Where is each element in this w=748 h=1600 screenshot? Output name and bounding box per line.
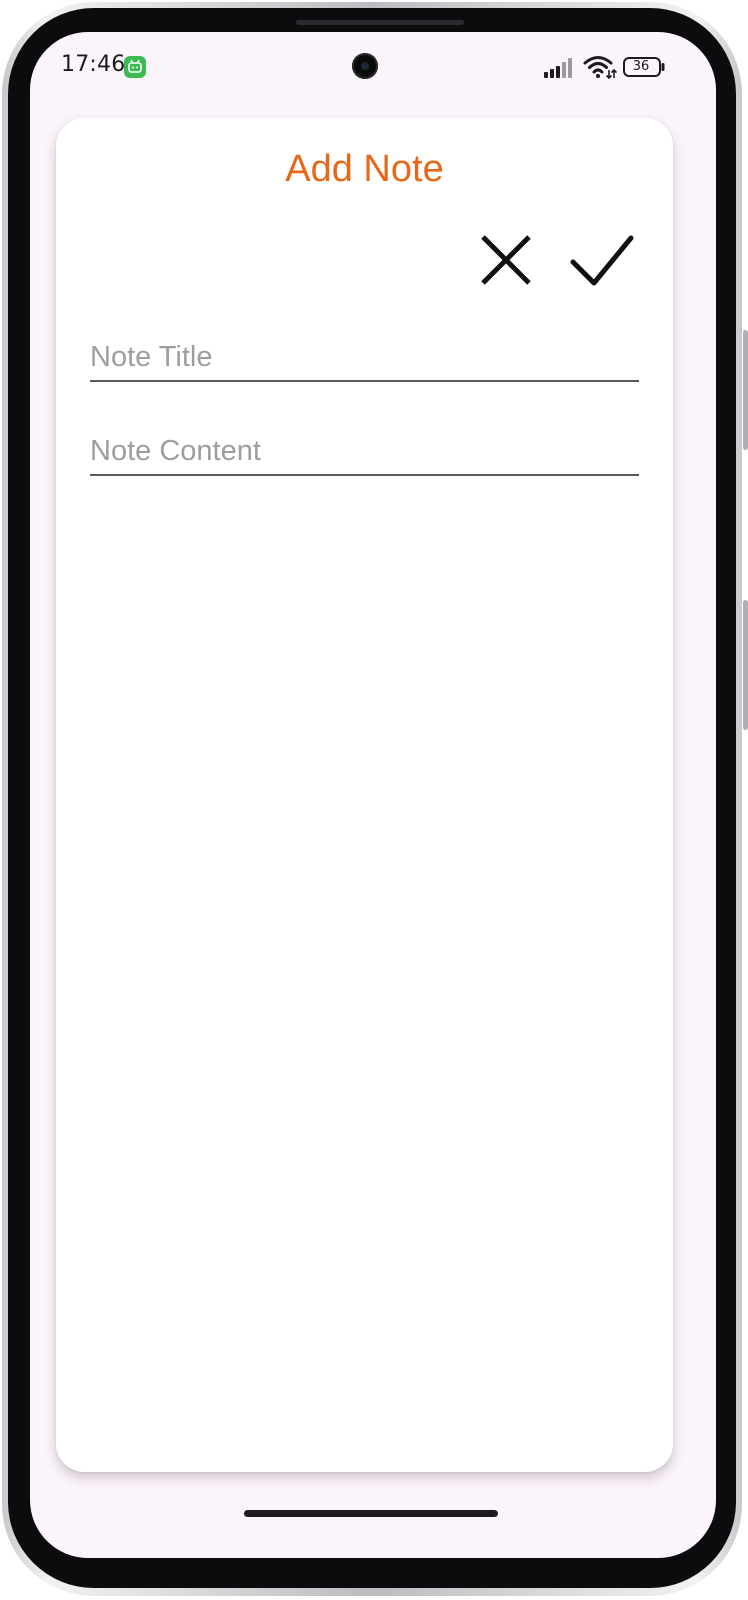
screen: 17:46 36 Add Note Note Title Note Conten… bbox=[30, 32, 716, 1558]
dialog-title: Add Note bbox=[285, 148, 444, 190]
power-button bbox=[743, 600, 748, 730]
status-time: 17:46 bbox=[61, 52, 126, 77]
wifi-icon bbox=[583, 56, 617, 80]
save-button[interactable] bbox=[570, 228, 634, 292]
signal-icon bbox=[544, 58, 572, 78]
status-bar: 17:46 36 bbox=[30, 32, 716, 104]
battery-level: 36 bbox=[632, 59, 650, 74]
add-note-dialog: Add Note bbox=[56, 118, 673, 1472]
note-title-input[interactable] bbox=[90, 341, 639, 374]
app-notification-icon bbox=[124, 56, 146, 78]
close-icon bbox=[481, 235, 531, 285]
earpiece-speaker bbox=[296, 20, 464, 25]
close-button[interactable] bbox=[474, 228, 538, 292]
check-icon bbox=[570, 235, 634, 286]
note-content-input[interactable] bbox=[90, 435, 639, 468]
note-content-field[interactable] bbox=[90, 422, 639, 476]
volume-button bbox=[743, 330, 748, 450]
front-camera bbox=[352, 53, 378, 79]
note-title-field[interactable] bbox=[90, 328, 639, 382]
home-indicator[interactable] bbox=[244, 1510, 498, 1517]
phone-device: 17:46 36 Add Note Note Title Note Conten… bbox=[0, 0, 748, 1600]
